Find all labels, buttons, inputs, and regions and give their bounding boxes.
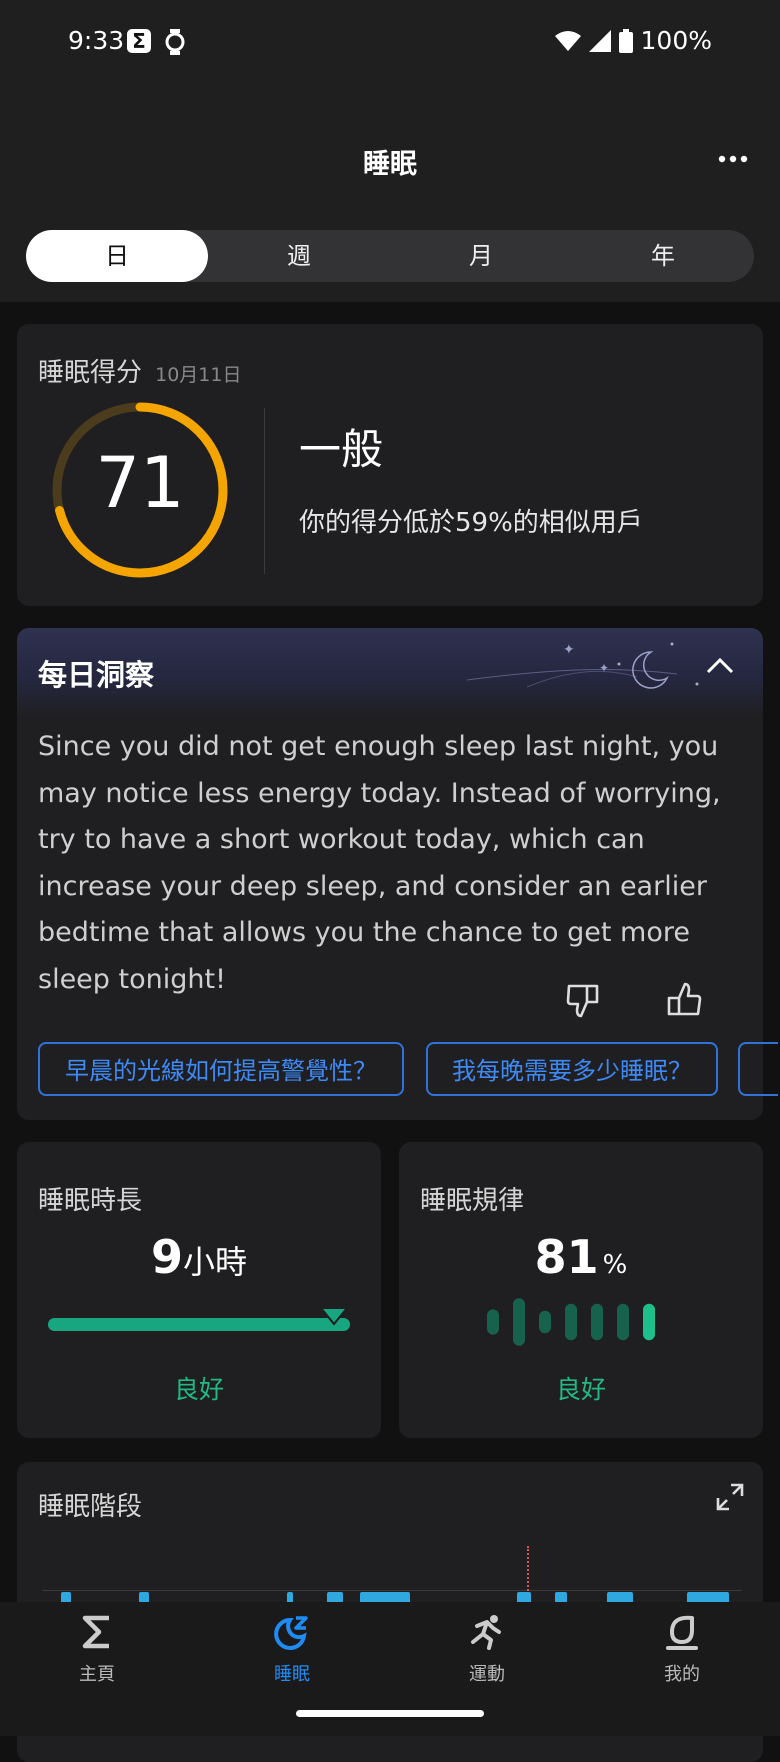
watch-icon xyxy=(164,29,186,59)
score-value: 71 xyxy=(95,442,185,524)
duration-bar-track xyxy=(48,1318,350,1331)
expand-button[interactable] xyxy=(715,1482,745,1516)
insight-title: 每日洞察 xyxy=(38,658,155,692)
svg-text:✦: ✦ xyxy=(599,661,609,675)
duration-unit: 小時 xyxy=(183,1243,248,1281)
more-horizontal-icon xyxy=(718,155,748,163)
home-indicator[interactable] xyxy=(296,1710,484,1717)
question-chip[interactable]: 我每晚需要多少睡眠？ xyxy=(426,1042,718,1096)
duration-title: 睡眠時長 xyxy=(38,1186,143,1216)
tab-month[interactable]: 月 xyxy=(390,230,572,282)
night-sky-decoration: ✦ ✦ xyxy=(467,642,699,689)
like-button[interactable] xyxy=(665,980,703,1022)
thumbs-up-icon xyxy=(667,982,702,1016)
regularity-bar xyxy=(539,1310,551,1334)
regularity-bar xyxy=(591,1303,603,1341)
moon-sleep-icon xyxy=(274,1616,308,1650)
regularity-value: 81 xyxy=(534,1230,599,1284)
regularity-status: 良好 xyxy=(555,1375,606,1404)
sigma-app-icon: Σ xyxy=(127,29,151,53)
tab-year[interactable]: 年 xyxy=(572,230,754,282)
battery-level: 100% xyxy=(640,26,712,55)
tab-day[interactable]: 日 xyxy=(26,230,208,282)
nav-exercise-label: 運動 xyxy=(469,1664,505,1685)
expand-icon xyxy=(716,1483,744,1511)
signal-icon xyxy=(588,29,611,52)
score-date: 10月11日 xyxy=(155,364,242,386)
status-time: 9:33 xyxy=(68,26,125,55)
target-marker-icon xyxy=(321,1308,347,1326)
regularity-value-row: 81% xyxy=(399,1230,763,1284)
regularity-title: 睡眠規律 xyxy=(420,1186,525,1216)
stages-baseline xyxy=(42,1590,742,1591)
wifi-icon xyxy=(554,30,581,51)
regularity-bar xyxy=(513,1298,525,1346)
regularity-bar xyxy=(565,1303,577,1341)
insight-text: Since you did not get enough sleep last … xyxy=(38,731,721,995)
nav-exercise[interactable]: 運動 xyxy=(427,1612,547,1686)
regularity-unit: % xyxy=(602,1250,628,1280)
question-chip[interactable]: 早晨的光線如何提高警覺性？ xyxy=(38,1042,404,1096)
page-title: 睡眠 xyxy=(363,149,417,180)
running-icon xyxy=(471,1615,501,1650)
score-rating: 一般 xyxy=(299,425,384,474)
stages-title: 睡眠階段 xyxy=(38,1492,143,1522)
nav-home[interactable]: 主頁 xyxy=(37,1612,157,1686)
nav-profile-label: 我的 xyxy=(664,1664,700,1685)
regularity-bar xyxy=(617,1303,629,1341)
chevron-up-icon xyxy=(706,657,734,674)
sleep-duration-card[interactable]: 睡眠時長 9小時 良好 xyxy=(17,1142,381,1438)
sigma-icon xyxy=(82,1615,109,1649)
score-description: 你的得分低於59%的相似用戶 xyxy=(299,508,643,538)
sleep-regularity-card[interactable]: 睡眠規律 81% 良好 xyxy=(399,1142,763,1438)
thumbs-down-icon xyxy=(566,984,599,1018)
nav-profile[interactable]: 我的 xyxy=(622,1612,742,1686)
question-chip-partial[interactable] xyxy=(738,1042,778,1096)
score-divider xyxy=(264,408,265,574)
nav-sleep[interactable]: 睡眠 xyxy=(232,1612,352,1686)
status-right: 100% xyxy=(554,26,712,55)
collapse-button[interactable] xyxy=(705,656,735,678)
dislike-button[interactable] xyxy=(565,982,603,1024)
nav-home-label: 主頁 xyxy=(79,1664,115,1685)
svg-text:✦: ✦ xyxy=(563,642,575,658)
duration-value: 9 xyxy=(150,1230,183,1284)
regularity-bar xyxy=(643,1303,655,1341)
duration-status: 良好 xyxy=(173,1375,224,1404)
duration-value-row: 9小時 xyxy=(17,1230,381,1284)
regularity-bar xyxy=(487,1309,499,1335)
duration-bar-fill xyxy=(48,1318,350,1331)
battery-icon xyxy=(618,28,633,53)
period-tabs: 日 週 月 年 xyxy=(26,230,754,282)
more-options-button[interactable] xyxy=(718,144,748,164)
daily-insight-card: ✦ ✦ 每日洞察 Since you did not get enough sl… xyxy=(17,628,778,1120)
tab-week[interactable]: 週 xyxy=(208,230,390,282)
nav-sleep-label: 睡眠 xyxy=(274,1664,310,1685)
regularity-bars xyxy=(487,1298,655,1346)
sleep-score-card[interactable]: 睡眠得分 10月11日 71 一般 你的得分低於59%的相似用戶 xyxy=(17,324,763,606)
profile-icon xyxy=(666,1615,698,1650)
sleep-score-title: 睡眠得分 xyxy=(38,358,143,388)
